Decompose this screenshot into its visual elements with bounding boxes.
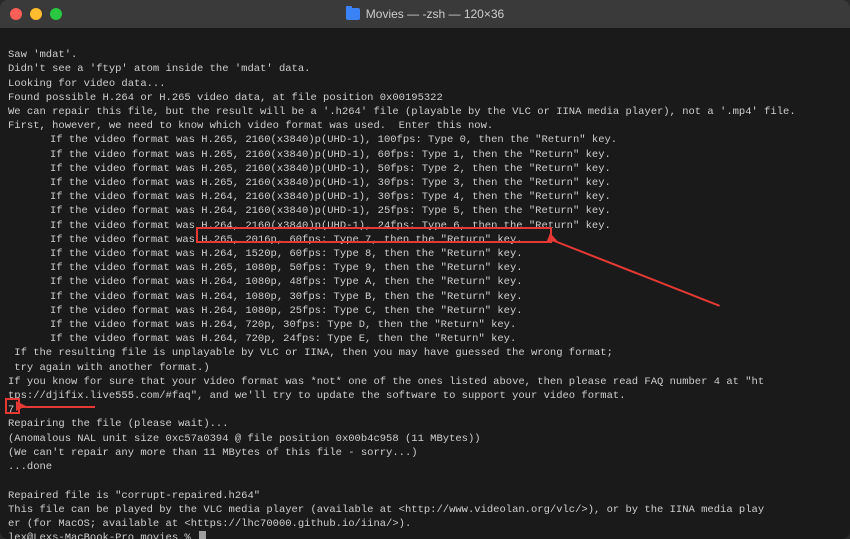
user-input-7: 7 [8,404,14,416]
output-line: Didn't see a 'ftyp' atom inside the 'mda… [8,63,310,75]
format-option-4: If the video format was H.264, 2160(x384… [8,190,842,204]
output-line: If you know for sure that your video for… [8,376,764,388]
terminal-window: Movies — -zsh — 120×36 Saw 'mdat'. Didn'… [0,0,850,539]
output-line: (We can't repair any more than 11 MBytes… [8,447,418,459]
output-line: Repairing the file (please wait)... [8,418,229,430]
output-line: (Anomalous NAL unit size 0xc57a0394 @ fi… [8,433,481,445]
format-option-8: If the video format was H.264, 1520p, 60… [8,247,842,261]
output-line: Looking for video data... [8,78,166,90]
output-line: ...done [8,461,52,473]
traffic-lights [10,8,62,20]
shell-prompt: lex@Lexs-MacBook-Pro movies % [8,532,197,539]
window-title: Movies — -zsh — 120×36 [0,6,850,22]
terminal-body[interactable]: Saw 'mdat'. Didn't see a 'ftyp' atom ins… [0,28,850,539]
format-option-B: If the video format was H.264, 1080p, 30… [8,290,842,304]
format-option-D: If the video format was H.264, 720p, 30f… [8,318,842,332]
format-option-7: If the video format was H.265, 2016p, 60… [8,233,842,247]
output-line: tps://djifix.live555.com/#faq", and we'l… [8,390,626,402]
format-option-7-prefix: If the video format was [50,234,201,246]
output-line: Found possible H.264 or H.265 video data… [8,92,443,104]
format-option-5: If the video format was H.264, 2160(x384… [8,204,842,218]
zoom-icon[interactable] [50,8,62,20]
output-line: If the resulting file is unplayable by V… [8,347,613,359]
output-line: First, however, we need to know which vi… [8,120,493,132]
format-option-6: If the video format was H.264, 2160(x384… [8,219,842,233]
output-line: Repaired file is "corrupt-repaired.h264" [8,490,260,502]
format-option-E: If the video format was H.264, 720p, 24f… [8,332,842,346]
folder-icon [346,8,360,20]
format-option-9: If the video format was H.265, 1080p, 50… [8,261,842,275]
close-icon[interactable] [10,8,22,20]
format-option-2: If the video format was H.265, 2160(x384… [8,162,842,176]
format-option-1: If the video format was H.265, 2160(x384… [8,148,842,162]
window-title-text: Movies — -zsh — 120×36 [366,6,504,22]
format-option-A: If the video format was H.264, 1080p, 48… [8,275,842,289]
format-option-3: If the video format was H.265, 2160(x384… [8,176,842,190]
output-line: We can repair this file, but the result … [8,106,796,118]
output-line: try again with another format.) [8,362,210,374]
output-line: er (for MacOS; available at <https://lhc… [8,518,411,530]
titlebar: Movies — -zsh — 120×36 [0,0,850,28]
format-option-0: If the video format was H.265, 2160(x384… [8,133,842,147]
format-option-C: If the video format was H.264, 1080p, 25… [8,304,842,318]
format-option-7-highlight: H.265, 2016p, 60fps: Type 7, then the "R… [201,234,522,246]
output-line: This file can be played by the VLC media… [8,504,764,516]
cursor-icon [199,531,206,539]
output-line: Saw 'mdat'. [8,49,77,61]
minimize-icon[interactable] [30,8,42,20]
